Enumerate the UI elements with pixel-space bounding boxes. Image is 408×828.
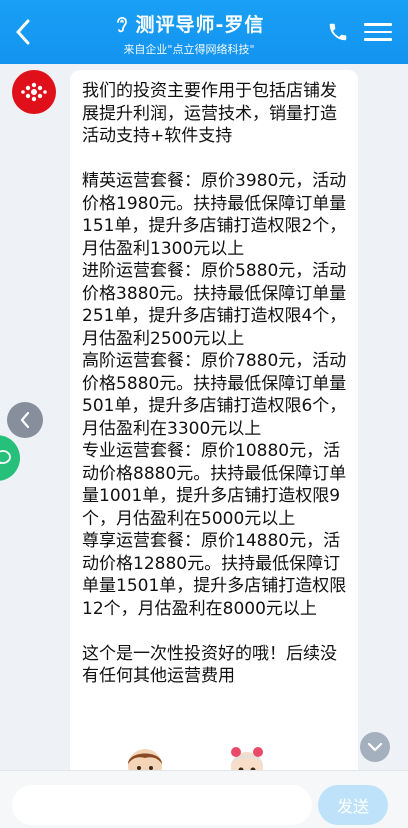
send-button[interactable]: 发送 xyxy=(318,785,388,825)
menu-button[interactable] xyxy=(364,18,392,46)
red-flower-logo xyxy=(21,82,47,102)
chevron-left-icon xyxy=(16,19,30,45)
back-button[interactable] xyxy=(6,14,40,50)
scroll-down-button[interactable] xyxy=(360,732,390,762)
call-button[interactable] xyxy=(324,18,352,46)
page-subtitle: 来自企业"点立得网络科技" xyxy=(123,43,255,56)
message-bubble: 我们的投资主要作用于包括店铺发展提升利润，运营技术，销量打造活动支持+软件支持 … xyxy=(70,70,358,770)
chevron-left-icon xyxy=(20,411,30,429)
title-block: 测评导师-罗信 来自企业"点立得网络科技" xyxy=(60,10,318,57)
chevron-down-icon xyxy=(367,742,383,752)
phone-icon xyxy=(329,23,347,41)
input-bar: 发送 xyxy=(0,770,408,828)
chat-area[interactable]: 我们的投资主要作用于包括店铺发展提升利润，运营技术，销量打造活动支持+软件支持 … xyxy=(0,64,408,770)
chat-header: 测评导师-罗信 来自企业"点立得网络科技" xyxy=(0,0,408,64)
message-input[interactable] xyxy=(12,785,312,825)
chat-bubble-icon xyxy=(0,450,11,465)
ear-icon xyxy=(116,16,127,32)
avatar[interactable] xyxy=(12,70,56,114)
hamburger-menu-icon xyxy=(364,23,392,26)
page-title: 测评导师-罗信 xyxy=(135,14,265,36)
collapse-button[interactable] xyxy=(7,402,43,438)
